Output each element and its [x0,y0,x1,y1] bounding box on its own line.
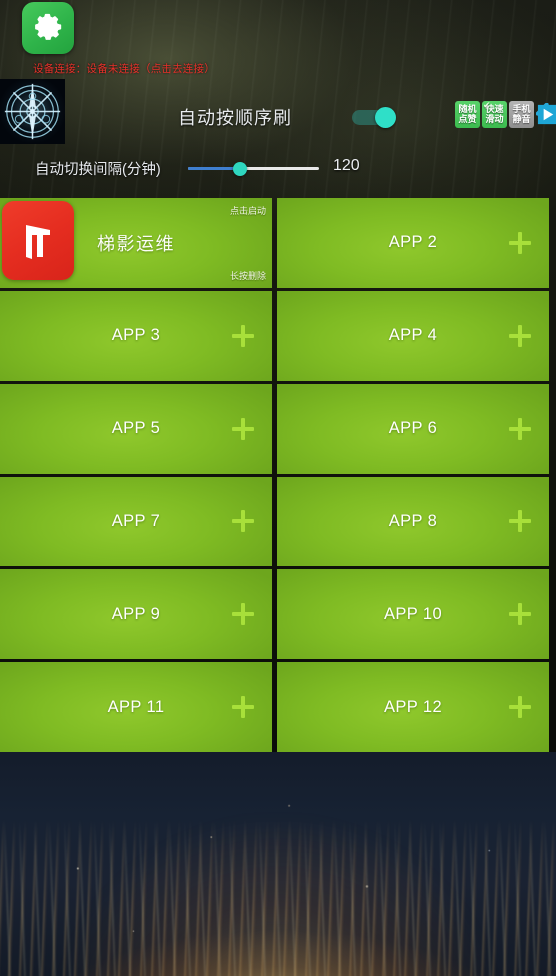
plus-icon[interactable] [232,696,254,719]
app-tile[interactable]: APP 3 [0,290,272,381]
app-tile[interactable]: APP 12 [277,662,549,752]
badge-line-2: 点赞 [458,113,477,124]
play-icon [536,103,556,126]
app-logo-icon [2,201,74,280]
settings-button[interactable] [22,2,74,54]
plus-icon[interactable] [509,510,531,533]
plus-icon[interactable] [232,324,254,347]
app-tile-label: APP 5 [111,419,161,438]
interval-label: 自动切换间隔(分钟) [35,162,161,178]
toggle-thumb [375,107,396,128]
badge-line-2: 滑动 [485,113,504,124]
app-tile-label: APP 7 [111,511,161,530]
check-icon: ✔ [483,101,491,110]
app-tile-label: 梯影运维 [97,233,175,254]
plus-icon[interactable] [232,510,254,533]
app-tile-label: APP 3 [111,326,161,345]
app-tile[interactable]: APP 9 [0,569,272,660]
badge-random-like[interactable]: 随机 点赞 [455,101,480,128]
app-tile[interactable]: APP 8 [277,476,549,567]
app-tile-label: APP 9 [111,604,161,623]
background-ember-area [0,752,556,976]
plus-icon[interactable] [509,417,531,440]
auto-switch-label: 自动按顺序刷 [178,108,292,128]
app-tile[interactable]: APP 5 [0,383,272,474]
app-tile-label: APP 11 [107,697,165,716]
app-tile-label: APP 4 [388,326,438,345]
app-tile-label: APP 2 [388,233,438,252]
app-tile-label: APP 10 [383,604,443,623]
badge-fast-swipe[interactable]: ✔ 快速 滑动 [482,101,507,128]
plus-icon[interactable] [509,231,531,254]
plus-icon[interactable] [232,603,254,626]
ember-particles [0,752,556,976]
plus-icon[interactable] [509,696,531,719]
app-tile-label: APP 6 [388,419,438,438]
interval-value: 120 [333,157,360,174]
app-tile[interactable]: APP 10 [277,569,549,660]
interval-row: 自动切换间隔(分钟) 120 [0,156,556,184]
app-tile-label: APP 8 [388,511,438,530]
app-grid: 梯影运维 点击启动 长按删除 APP 2 APP 3 APP 4 APP 5 A… [0,198,556,752]
tap-to-start-hint: 点击启动 [229,206,266,216]
play-button[interactable] [536,103,556,126]
app-screen: 设备连接：设备未连接（点击去连接） 自动按顺序刷 随机 点赞 ✔ 快速 滑动 手… [0,0,556,976]
plus-icon[interactable] [509,324,531,347]
app-tile[interactable]: APP 7 [0,476,272,567]
app-tile[interactable]: APP 6 [277,383,549,474]
app-tile-label: APP 12 [383,697,443,716]
app-tile[interactable]: APP 11 [0,662,272,752]
plus-icon[interactable] [509,603,531,626]
plus-icon[interactable] [232,417,254,440]
app-tile[interactable]: APP 4 [277,290,549,381]
device-connection-status[interactable]: 设备连接：设备未连接（点击去连接） [33,61,215,76]
header-bar: 设备连接：设备未连接（点击去连接） 自动按顺序刷 随机 点赞 ✔ 快速 滑动 手… [0,0,556,196]
gear-icon [31,11,65,45]
app-tile[interactable]: 梯影运维 点击启动 长按删除 [0,198,272,288]
auto-switch-toggle[interactable] [352,107,396,128]
badge-phone-mute[interactable]: 手机 静音 [509,101,534,128]
badge-line-2: 静音 [512,113,531,124]
interval-slider[interactable] [188,160,319,178]
mode-badges: 随机 点赞 ✔ 快速 滑动 手机 静音 [455,101,556,128]
app-tile[interactable]: APP 2 [277,198,549,288]
long-press-delete-hint: 长按删除 [229,270,266,281]
slider-thumb[interactable] [233,162,247,176]
